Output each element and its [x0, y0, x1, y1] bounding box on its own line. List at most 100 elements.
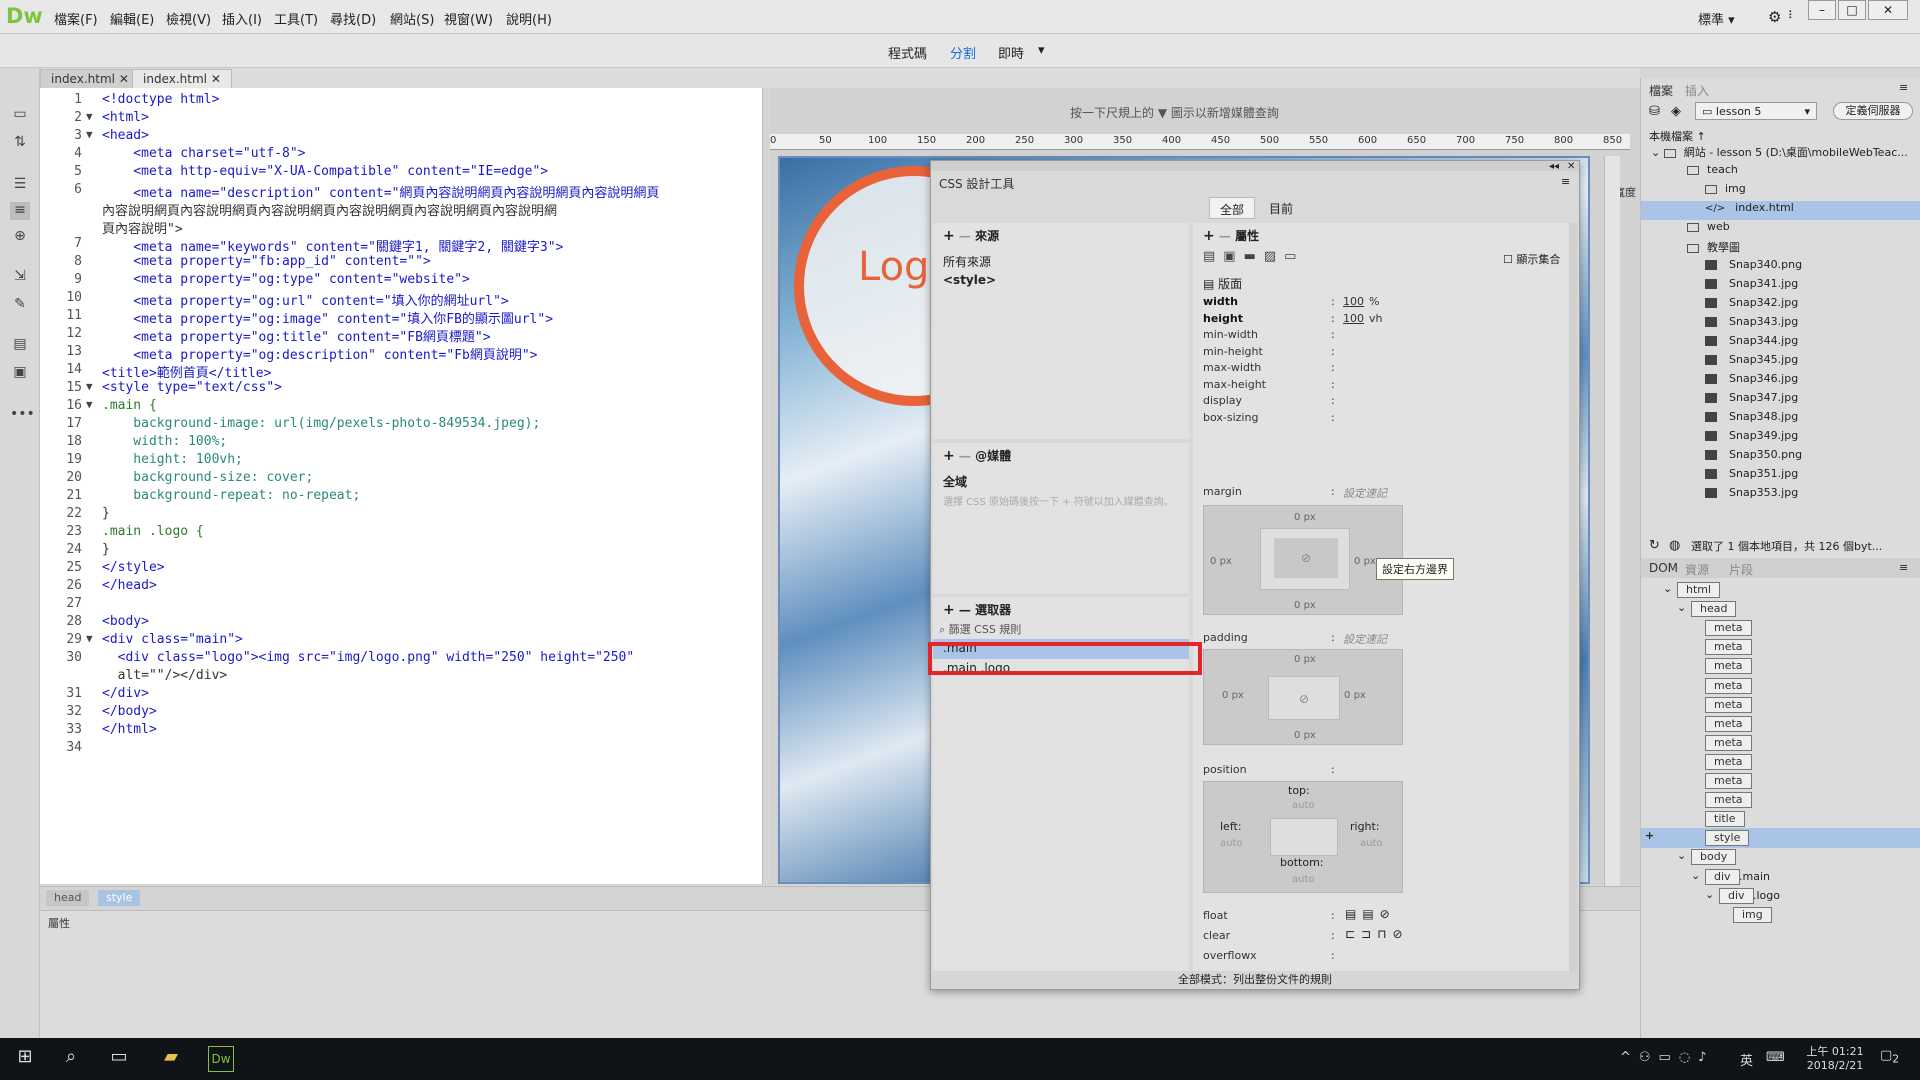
- chevron-down-icon[interactable]: ⌄: [1691, 869, 1700, 882]
- padding-shorthand[interactable]: 設定速記: [1343, 631, 1387, 647]
- workspace-switcher[interactable]: 標準 ▾: [1698, 9, 1735, 28]
- menu-view[interactable]: 檢視(V): [166, 9, 211, 28]
- property-row-box-sizing[interactable]: box-sizing:: [1193, 411, 1563, 427]
- source-all[interactable]: 所有來源: [943, 253, 991, 270]
- add-icon[interactable]: +: [1645, 829, 1654, 842]
- brush-icon[interactable]: ✎: [10, 296, 30, 314]
- tab-dom[interactable]: DOM: [1649, 561, 1678, 575]
- dom-node-meta[interactable]: meta: [1641, 714, 1920, 734]
- file-tree-item[interactable]: Snap343.jpg: [1641, 315, 1920, 334]
- ruler[interactable]: 0 50 100 150 200 250 300 350 400 450 500 550 600 650 7…: [770, 134, 1630, 150]
- file-tree-item[interactable]: teach: [1641, 163, 1920, 182]
- properties-scrollbar[interactable]: [1569, 223, 1577, 973]
- file-tree-item[interactable]: Snap350.png: [1641, 448, 1920, 467]
- dom-tag[interactable]: meta: [1705, 658, 1752, 675]
- panel-menu-icon[interactable]: ≡: [1899, 81, 1908, 94]
- file-tree-item[interactable]: Snap353.jpg: [1641, 486, 1920, 505]
- dom-tag[interactable]: html: [1677, 582, 1721, 598]
- ime-indicator[interactable]: 英: [1740, 1050, 1753, 1069]
- dom-node-img[interactable]: img: [1641, 905, 1920, 925]
- collapse-icon[interactable]: ◂◂: [1549, 161, 1559, 172]
- split-view-button[interactable]: 分割: [950, 43, 976, 62]
- file-tree-item[interactable]: Snap342.jpg: [1641, 296, 1920, 315]
- dom-tag[interactable]: meta: [1705, 620, 1752, 637]
- dom-tag[interactable]: head: [1691, 601, 1737, 618]
- tab-index-html-1[interactable]: index.html ✕: [40, 69, 140, 88]
- chevron-down-icon[interactable]: ⌄: [1677, 849, 1686, 862]
- dom-node-meta[interactable]: meta: [1641, 771, 1920, 791]
- dom-tag[interactable]: meta: [1705, 753, 1752, 770]
- file-tree-item[interactable]: </> index.html: [1641, 201, 1920, 220]
- dom-node-div[interactable]: ⌄ div .logo: [1641, 886, 1920, 906]
- tab-assets[interactable]: 資源: [1685, 561, 1709, 578]
- property-row-min-height[interactable]: min-height:: [1193, 345, 1563, 361]
- chevron-down-icon[interactable]: ⌄: [1677, 601, 1686, 614]
- file-tree-item[interactable]: Snap340.png: [1641, 258, 1920, 277]
- dom-node-meta[interactable]: meta: [1641, 656, 1920, 676]
- file-tree-item[interactable]: Snap341.jpg: [1641, 277, 1920, 296]
- fold-arrow-icon[interactable]: ▼: [86, 128, 98, 141]
- menu-help[interactable]: 說明(H): [506, 9, 552, 28]
- margin-right[interactable]: 0 px: [1354, 556, 1376, 567]
- file-tree-item[interactable]: Snap344.jpg: [1641, 334, 1920, 353]
- file-explorer-icon[interactable]: ▰: [158, 1046, 184, 1072]
- menu-insert[interactable]: 插入(I): [222, 9, 262, 28]
- dom-node-style[interactable]: + style: [1641, 828, 1920, 849]
- tag-head[interactable]: head: [46, 890, 90, 906]
- sync-icon[interactable]: ◈: [1671, 104, 1681, 119]
- dom-node-body[interactable]: ⌄ body: [1641, 847, 1920, 867]
- dom-node-head[interactable]: ⌄ head: [1641, 599, 1920, 619]
- float-icons[interactable]: ▤▤⊘: [1345, 907, 1396, 921]
- menu-site[interactable]: 網站(S): [390, 9, 434, 28]
- margin-bottom[interactable]: 0 px: [1294, 600, 1316, 611]
- notifications-icon[interactable]: ▢2: [1880, 1048, 1899, 1066]
- panel-menu-icon[interactable]: ≡: [1561, 175, 1570, 188]
- property-row-max-width[interactable]: max-width:: [1193, 361, 1563, 377]
- file-tree-item[interactable]: web: [1641, 220, 1920, 239]
- property-row-max-height[interactable]: max-height:: [1193, 378, 1563, 394]
- add-icon[interactable]: +: [1203, 228, 1215, 244]
- dom-tag[interactable]: meta: [1705, 734, 1752, 751]
- position-bottom[interactable]: auto: [1292, 874, 1315, 885]
- dom-node-meta[interactable]: meta: [1641, 790, 1920, 810]
- close-icon[interactable]: ✕: [1567, 161, 1575, 172]
- start-icon[interactable]: ⊞: [12, 1046, 38, 1072]
- source-style[interactable]: <style>: [943, 273, 996, 287]
- gear-icon[interactable]: ⚙: [1768, 8, 1781, 26]
- fold-arrow-icon[interactable]: ▼: [86, 632, 98, 645]
- vertical-scrollbar[interactable]: [1604, 156, 1620, 886]
- tab-files[interactable]: 檔案: [1649, 82, 1673, 99]
- file-tree-item[interactable]: Snap351.jpg: [1641, 467, 1920, 486]
- clear-icons[interactable]: ⊏⊐⊓⊘: [1345, 927, 1409, 941]
- file-tree-item[interactable]: Snap347.jpg: [1641, 391, 1920, 410]
- code-view-button[interactable]: 程式碼: [888, 43, 927, 62]
- fold-arrow-icon[interactable]: ▼: [86, 398, 98, 411]
- dom-node-meta[interactable]: meta: [1641, 637, 1920, 657]
- file-tree-item[interactable]: Snap349.jpg: [1641, 429, 1920, 448]
- tab-insert[interactable]: 插入: [1685, 82, 1709, 99]
- search-icon[interactable]: ⌕: [58, 1046, 84, 1072]
- link-icon[interactable]: ⊘: [1274, 538, 1338, 578]
- property-unit[interactable]: %: [1369, 295, 1379, 308]
- menu-find[interactable]: 尋找(D): [330, 9, 376, 28]
- property-unit[interactable]: vh: [1369, 312, 1382, 325]
- file-tree-item[interactable]: Snap348.jpg: [1641, 410, 1920, 429]
- files-icon[interactable]: ⛁: [1649, 104, 1660, 119]
- dom-node-meta[interactable]: meta: [1641, 695, 1920, 715]
- dom-tag[interactable]: title: [1705, 811, 1745, 828]
- padding-left[interactable]: 0 px: [1222, 690, 1244, 701]
- task-view-icon[interactable]: ▭: [106, 1046, 132, 1072]
- dom-node-meta[interactable]: meta: [1641, 733, 1920, 753]
- position-left[interactable]: auto: [1220, 838, 1243, 849]
- padding-right[interactable]: 0 px: [1344, 690, 1366, 701]
- file-tree-item[interactable]: 教學圖: [1641, 239, 1920, 258]
- gear-menu-icon[interactable]: ⠇: [1788, 9, 1796, 22]
- dom-tag[interactable]: meta: [1705, 639, 1752, 656]
- indent-icon[interactable]: ≡: [10, 202, 30, 220]
- menu-window[interactable]: 視窗(W): [444, 9, 493, 28]
- menu-edit[interactable]: 編輯(E): [110, 9, 154, 28]
- filter-rules-input[interactable]: ⌕ 篩選 CSS 規則: [939, 621, 1021, 637]
- property-row-height[interactable]: height:100 vh: [1193, 312, 1563, 328]
- comment-icon[interactable]: ▤: [10, 336, 30, 354]
- dom-tag[interactable]: meta: [1705, 773, 1752, 789]
